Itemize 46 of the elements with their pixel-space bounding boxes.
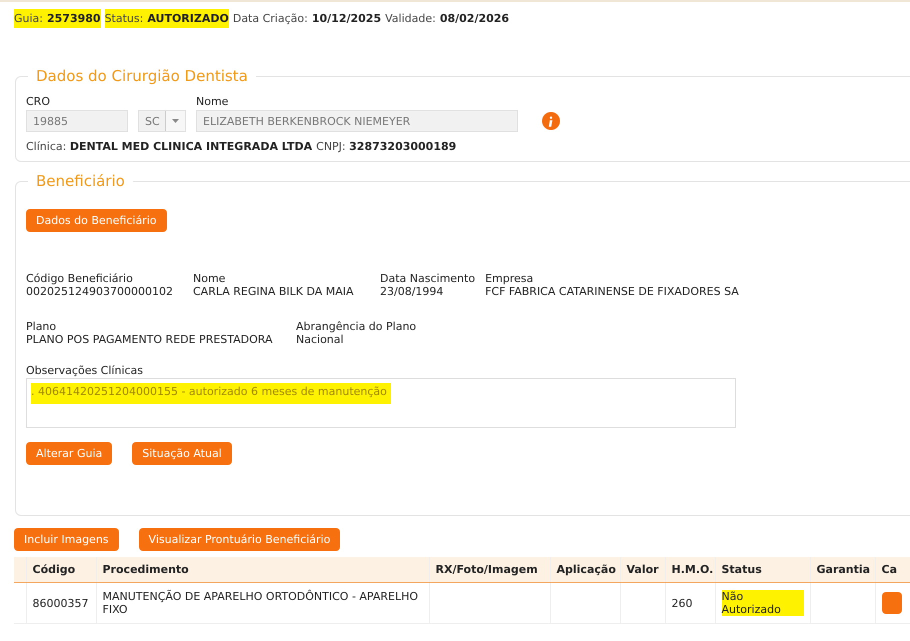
column-header: Procedimento [96,557,429,582]
field-label: Código Beneficiário [26,272,134,285]
caret-icon [172,119,179,123]
field-label: Nome [193,272,226,285]
field-label: Data Nascimento [380,272,476,285]
column-header: Valor [620,557,665,582]
column-header: Código [26,557,96,582]
notes-text: . 40641420251204000155 - autorizado 6 meses de manutenção [31,383,391,404]
field-value: CARLA REGINA BILK DA MAIA [193,285,355,298]
notes-field[interactable]: . 40641420251204000155 - autorizado 6 meses de manutenção [26,378,736,428]
field-value: Nacional [296,333,345,346]
field-value: FCF FABRICA CATARINENSE DE FIXADORES SA [485,285,739,298]
field-label: Abrangência do Plano [296,320,416,333]
field-value: PLANO POS PAGAMENTO REDE PRESTADORA [26,333,274,346]
field-value: 23/08/1994 [380,285,444,298]
table-cell-text: MANUTENÇÃO DE APARELHO ORTODÔNTICO - APARELHO FIXO [102,590,420,616]
column-header: Ca [875,557,910,582]
section-title: Beneficiário [35,172,126,190]
beneficiary-data-button[interactable]: Dados do Beneficiário [26,209,166,232]
field-label: Empresa [485,272,534,285]
field-label: CRO [26,95,51,108]
state-select[interactable]: SC [138,110,186,132]
column-header: RX/Foto/Imagem [429,557,550,582]
table-cell: 260 [672,596,692,610]
clinic-info: Clínica: DENTAL MED CLINICA INTEGRADA LTDA [26,140,312,153]
column-header: Garantia [810,557,875,582]
header-field: Data Criação: 10/12/2025 [232,8,382,28]
column-header: H.M.O. [665,557,715,582]
header-field: Status: AUTORIZADO [104,8,229,28]
table-cell: 86000357 [32,596,88,610]
row-action-button[interactable] [882,592,902,614]
column-header: Status [715,557,810,582]
action-button[interactable]: Incluir Imagens [14,528,119,551]
column-header: Aplicação [550,557,620,582]
action-button[interactable]: Alterar Guia [26,442,112,465]
header-field: Validade: 08/02/2026 [385,8,510,28]
action-button[interactable]: Visualizar Prontuário Beneficiário [138,528,340,551]
action-button[interactable]: Situação Atual [132,442,232,465]
header-field: Guia: 2573980 [14,8,101,28]
section-title: Dados do Cirurgião Dentista [35,67,249,85]
field-label: Nome [196,95,230,108]
field-value: 002025124903700000102 [26,285,174,298]
field-label: Observações Clínicas [26,364,144,377]
clinic-info: CNPJ: 32873203000189 [316,140,456,153]
field-label: Plano [26,320,58,333]
info-icon[interactable] [542,112,560,130]
